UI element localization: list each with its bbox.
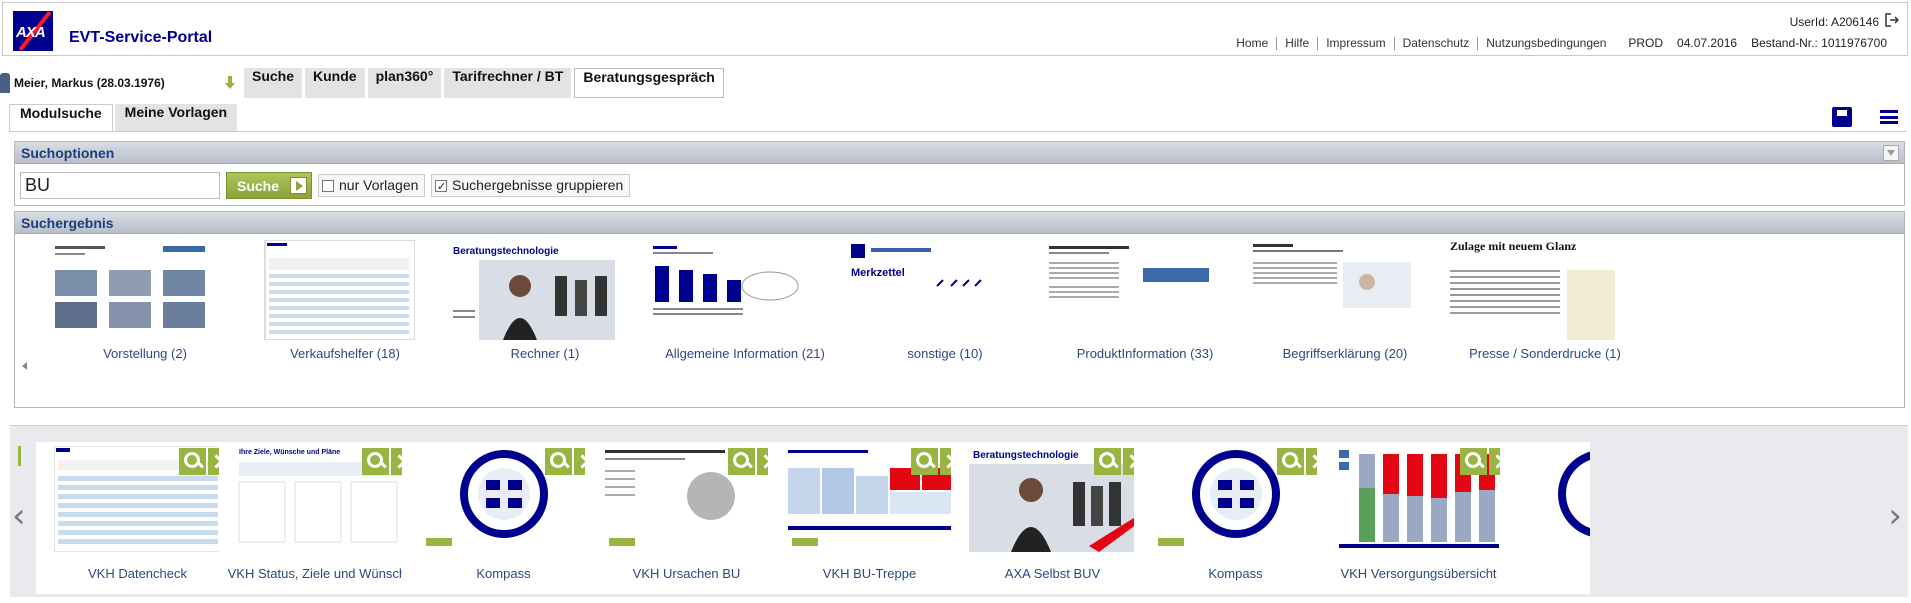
axa-logo[interactable]: AXA bbox=[13, 10, 53, 52]
result-thumbnail bbox=[264, 240, 415, 340]
result-label: Presse / Sonderdrucke (1) bbox=[1469, 346, 1621, 361]
result-thumbnail: Beratungstechnologie bbox=[445, 240, 615, 340]
zoom-icon[interactable] bbox=[911, 448, 938, 475]
card-title: VKH Versorgungsübersicht bbox=[1340, 566, 1497, 581]
date-label: 04.07.2016 bbox=[1677, 36, 1738, 50]
tab-beratungsgespraech[interactable]: Beratungsgespräch bbox=[574, 68, 724, 98]
card-title: Kompass bbox=[1208, 566, 1263, 581]
header-bar: AXA EVT-Service-Portal UserId: A206146 H… bbox=[2, 2, 1908, 56]
menu-icon[interactable] bbox=[1880, 110, 1898, 124]
module-card[interactable]: Kompass bbox=[402, 442, 605, 594]
save-icon[interactable] bbox=[1832, 107, 1852, 127]
checkbox-label: nur Vorlagen bbox=[339, 177, 419, 193]
module-card[interactable]: Beratungstechnologie AXA Selbst BUV bbox=[951, 442, 1154, 594]
module-card[interactable]: Kompass bbox=[1134, 442, 1337, 594]
zoom-icon[interactable] bbox=[1094, 448, 1121, 475]
result-item[interactable]: Vorstellung (2) bbox=[15, 234, 215, 374]
search-results-panel: Suchergebnis Vorstellung (2) Verkaufshel… bbox=[14, 211, 1905, 408]
search-button[interactable]: Suche bbox=[226, 172, 312, 199]
zoom-icon[interactable] bbox=[362, 448, 389, 475]
result-item[interactable]: Begriffserklärung (20) bbox=[1215, 234, 1415, 374]
result-thumbnail: Merkzettel bbox=[845, 240, 1015, 340]
result-item[interactable]: Zulage mit neuem Glanz Presse / Sonderdr… bbox=[1415, 234, 1621, 374]
strip-marker bbox=[18, 446, 21, 466]
top-links: Home Hilfe Impressum Datenschutz Nutzung… bbox=[1228, 36, 1887, 50]
checkbox-nur-vorlagen[interactable]: nur Vorlagen bbox=[318, 174, 426, 197]
link-nutzungsbedingungen[interactable]: Nutzungsbedingungen bbox=[1478, 36, 1614, 50]
card-title: Kompass bbox=[476, 566, 531, 581]
person-icon bbox=[0, 73, 10, 93]
link-home[interactable]: Home bbox=[1228, 36, 1278, 50]
card-title: VKH Datencheck bbox=[88, 566, 187, 581]
card-title: VKH BU-Treppe bbox=[822, 566, 917, 581]
thumb-title: Beratungstechnologie bbox=[453, 246, 559, 257]
module-card[interactable]: VKH Datencheck bbox=[36, 442, 239, 594]
arrow-down-icon[interactable] bbox=[224, 76, 236, 90]
search-options-heading: Suchoptionen bbox=[15, 142, 1904, 164]
logout-icon[interactable] bbox=[1885, 13, 1899, 27]
result-item[interactable]: Beratungstechnologie Rechner (1) bbox=[415, 234, 615, 374]
search-results-heading: Suchergebnis bbox=[15, 212, 1904, 234]
checkbox-icon bbox=[322, 179, 334, 192]
result-thumbnail: Zulage mit neuem Glanz bbox=[1445, 240, 1615, 340]
thumb-title: Zulage mit neuem Glanz bbox=[1450, 240, 1577, 253]
zoom-icon[interactable] bbox=[1460, 448, 1487, 475]
search-button-label: Suche bbox=[237, 178, 280, 194]
tab-meine-vorlagen[interactable]: Meine Vorlagen bbox=[114, 104, 238, 131]
result-thumbnail bbox=[1045, 240, 1215, 340]
module-card[interactable]: Ihre Ziele, Wünsche und Pläne VKH Status… bbox=[219, 442, 422, 594]
card-title: AXA Selbst BUV bbox=[1004, 566, 1101, 581]
tab-modulsuche[interactable]: Modulsuche bbox=[9, 104, 113, 131]
module-card[interactable]: VKH BU-Treppe bbox=[768, 442, 971, 594]
checkbox-checked-icon bbox=[435, 177, 447, 198]
tab-tarifrechner[interactable]: Tarifrechner / BT bbox=[444, 68, 572, 98]
zoom-icon[interactable] bbox=[545, 448, 572, 475]
customer-nav-bar: Meier, Markus (28.03.1976) Suche Kunde p… bbox=[0, 68, 727, 98]
card-thumb-text: Ihre Ziele, Wünsche und Pläne bbox=[239, 449, 340, 456]
logo-text: AXA bbox=[16, 24, 46, 41]
module-card-partial[interactable] bbox=[1500, 442, 1590, 594]
prev-arrow-icon[interactable]: ‹ bbox=[12, 496, 26, 536]
results-row: Vorstellung (2) Verkaufshelfer (18) Bera… bbox=[15, 234, 1904, 382]
module-card[interactable]: VKH Ursachen BU bbox=[585, 442, 788, 594]
tab-plan360[interactable]: plan360° bbox=[367, 68, 442, 98]
card-thumb-text: Beratungstechnologie bbox=[973, 450, 1079, 461]
result-thumbnail bbox=[645, 240, 815, 340]
collapse-icon[interactable] bbox=[1883, 145, 1899, 161]
card-title: VKH Ursachen BU bbox=[632, 566, 741, 581]
zoom-icon[interactable] bbox=[179, 448, 206, 475]
result-item[interactable]: Merkzettel sonstige (10) bbox=[815, 234, 1015, 374]
search-options-panel: Suchoptionen BU Suche nur Vorlagen Suche… bbox=[14, 141, 1905, 206]
next-arrow-icon[interactable]: › bbox=[1888, 496, 1902, 536]
result-item[interactable]: Verkaufshelfer (18) bbox=[215, 234, 415, 374]
thumb-title: Merkzettel bbox=[851, 267, 905, 279]
result-item[interactable]: Allgemeine Information (21) bbox=[615, 234, 825, 374]
env-label: PROD bbox=[1628, 36, 1664, 50]
zoom-icon[interactable] bbox=[1277, 448, 1304, 475]
module-card[interactable]: VKH Versorgungsübersicht bbox=[1317, 442, 1520, 594]
link-impressum[interactable]: Impressum bbox=[1318, 36, 1395, 50]
search-input[interactable]: BU bbox=[20, 172, 220, 199]
bestand-label: Bestand-Nr.: 1011976700 bbox=[1751, 36, 1887, 50]
tab-kunde[interactable]: Kunde bbox=[305, 68, 365, 98]
tab-suche[interactable]: Suche bbox=[244, 68, 303, 98]
result-thumbnail bbox=[45, 240, 215, 340]
checkbox-gruppieren[interactable]: Suchergebnisse gruppieren bbox=[431, 174, 631, 198]
link-datenschutz[interactable]: Datenschutz bbox=[1395, 36, 1479, 50]
scroll-left-icon[interactable] bbox=[22, 362, 27, 370]
subtabs: Modulsuche Meine Vorlagen bbox=[9, 104, 239, 131]
zoom-icon[interactable] bbox=[728, 448, 755, 475]
user-id: UserId: A206146 bbox=[1789, 15, 1879, 29]
app-title: EVT-Service-Portal bbox=[69, 29, 213, 46]
card-thumbnail bbox=[1518, 446, 1590, 552]
selected-modules-strip: ‹ VKH Datencheck Ihre Ziele, Wünsche und… bbox=[10, 425, 1908, 597]
link-hilfe[interactable]: Hilfe bbox=[1277, 36, 1319, 50]
result-thumbnail bbox=[1245, 240, 1415, 340]
result-item[interactable]: ProduktInformation (33) bbox=[1015, 234, 1215, 374]
card-title: VKH Status, Ziele und Wünsche bbox=[227, 566, 414, 581]
checkbox-label: Suchergebnisse gruppieren bbox=[452, 177, 624, 193]
customer-name[interactable]: Meier, Markus (28.03.1976) bbox=[14, 76, 224, 90]
play-icon bbox=[290, 177, 307, 194]
tab-divider bbox=[9, 131, 1907, 132]
